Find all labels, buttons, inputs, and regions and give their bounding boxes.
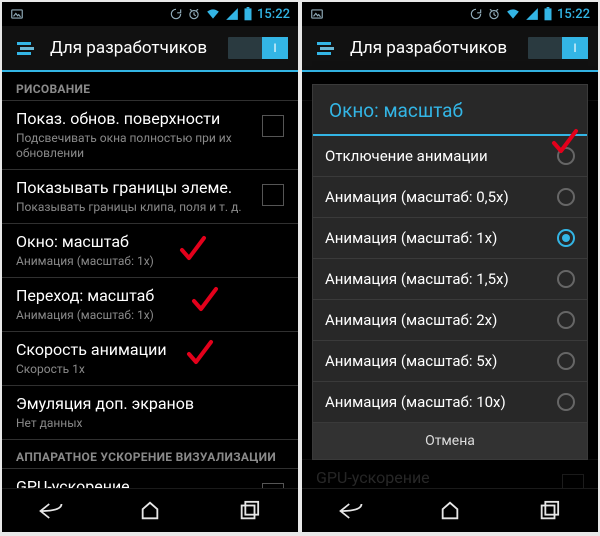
settings-icon[interactable] — [12, 34, 40, 62]
signal-icon — [525, 7, 539, 21]
radio[interactable] — [557, 311, 575, 329]
row-title: Показывать границы элеме. — [16, 178, 252, 198]
wifi-icon — [205, 7, 221, 21]
row-subtitle: Анимация (масштаб: 1x) — [16, 308, 274, 323]
settings-icon[interactable] — [312, 34, 340, 62]
option-label: Отключение анимации — [325, 147, 557, 165]
recents-button[interactable] — [521, 500, 577, 522]
status-bar: 15:22 — [302, 2, 598, 26]
status-time: 15:22 — [557, 7, 590, 22]
option-label: Анимация (масштаб: 5x) — [325, 352, 557, 370]
row-title: Скорость анимации — [16, 340, 274, 360]
radio[interactable] — [557, 270, 575, 288]
row-subtitle: Скорость 1x — [16, 362, 274, 377]
option-label: Анимация (масштаб: 2x) — [325, 311, 557, 329]
option-label: Анимация (масштаб: 10x) — [325, 393, 557, 411]
battery-icon — [543, 7, 553, 21]
row-title: Эмуляция доп. экранов — [16, 394, 274, 414]
battery-icon — [243, 7, 253, 21]
option-animation-2x[interactable]: Анимация (масштаб: 2x) — [313, 300, 587, 341]
row-title: GPU-ускорение — [16, 477, 252, 488]
action-bar: Для разработчиков — [302, 26, 598, 72]
page-title: Для разработчиков — [350, 38, 528, 58]
status-bar: 15:22 — [2, 2, 298, 26]
row-title: Переход: масштаб — [16, 286, 274, 306]
image-icon — [10, 7, 24, 21]
navigation-bar — [2, 488, 298, 532]
option-animation-off[interactable]: Отключение анимации — [313, 136, 587, 177]
back-button[interactable] — [23, 500, 79, 522]
radio[interactable] — [557, 393, 575, 411]
option-label: Анимация (масштаб: 0,5x) — [325, 188, 557, 206]
row-subtitle: Нет данных — [16, 416, 274, 431]
checkbox[interactable] — [262, 184, 284, 206]
row-gpu-rendering[interactable]: GPU-ускорение Всегда использовать GPU дл… — [2, 469, 298, 488]
radio[interactable] — [557, 352, 575, 370]
radio[interactable] — [557, 188, 575, 206]
row-subtitle: Показывать границы клипа, поля и т. д. — [16, 200, 252, 215]
option-label: Анимация (масштаб: 1,5x) — [325, 270, 557, 288]
page-title: Для разработчиков — [50, 38, 228, 58]
row-animator-duration[interactable]: Скорость анимации Скорость 1x — [2, 332, 298, 386]
signal-icon — [225, 7, 239, 21]
radio[interactable] — [557, 147, 575, 165]
row-subtitle: Анимация (масштаб: 1x) — [16, 254, 274, 269]
checkbox[interactable] — [262, 115, 284, 137]
row-subtitle: Подсвечивать окна полностью при их обнов… — [16, 131, 252, 161]
row-window-scale[interactable]: Окно: масштаб Анимация (масштаб: 1x) — [2, 224, 298, 278]
dialog-cancel-button[interactable]: Отмена — [313, 423, 587, 459]
option-label: Анимация (масштаб: 1x) — [325, 229, 557, 247]
dev-options-toggle[interactable] — [228, 37, 288, 59]
dialog-title: Окно: масштаб — [313, 85, 587, 136]
option-animation-5x[interactable]: Анимация (масштаб: 5x) — [313, 341, 587, 382]
navigation-bar — [302, 488, 598, 532]
option-animation-10x[interactable]: Анимация (масштаб: 10x) — [313, 382, 587, 423]
dev-options-toggle[interactable] — [528, 37, 588, 59]
settings-list[interactable]: РИСОВАНИЕ Показ. обнов. поверхности Подс… — [2, 72, 298, 488]
recents-button[interactable] — [221, 500, 277, 522]
section-hw-accel: АППАРАТНОЕ УСКОРЕНИЕ ВИЗУАЛИЗАЦИИ — [2, 440, 298, 469]
status-time: 15:22 — [257, 7, 290, 22]
option-animation-05x[interactable]: Анимация (масштаб: 0,5x) — [313, 177, 587, 218]
home-button[interactable] — [122, 500, 178, 522]
row-show-surface-updates[interactable]: Показ. обнов. поверхности Подсвечивать о… — [2, 101, 298, 170]
row-show-layout-bounds[interactable]: Показывать границы элеме. Показывать гра… — [2, 170, 298, 224]
alarm-icon — [487, 7, 501, 21]
section-drawing: РИСОВАНИЕ — [2, 72, 298, 101]
row-title: Показ. обнов. поверхности — [16, 109, 252, 129]
option-animation-1x[interactable]: Анимация (масштаб: 1x) — [313, 218, 587, 259]
home-button[interactable] — [422, 500, 478, 522]
row-transition-scale[interactable]: Переход: масштаб Анимация (масштаб: 1x) — [2, 278, 298, 332]
phone-left: 15:22 Для разработчиков РИСОВАНИЕ Показ.… — [2, 2, 298, 532]
window-scale-dialog: Окно: масштаб Отключение анимации Анимац… — [312, 84, 588, 460]
alarm-icon — [187, 7, 201, 21]
radio[interactable] — [557, 229, 575, 247]
action-bar: Для разработчиков — [2, 26, 298, 72]
sync-icon — [469, 7, 483, 21]
image-icon — [310, 7, 324, 21]
back-button[interactable] — [323, 500, 379, 522]
row-title: Окно: масштаб — [16, 232, 274, 252]
wifi-icon — [505, 7, 521, 21]
sync-icon — [169, 7, 183, 21]
row-simulate-displays[interactable]: Эмуляция доп. экранов Нет данных — [2, 386, 298, 440]
option-animation-15x[interactable]: Анимация (масштаб: 1,5x) — [313, 259, 587, 300]
phone-right: 15:22 Для разработчиков РИСОВАНИЕ АППАРА… — [302, 2, 598, 532]
